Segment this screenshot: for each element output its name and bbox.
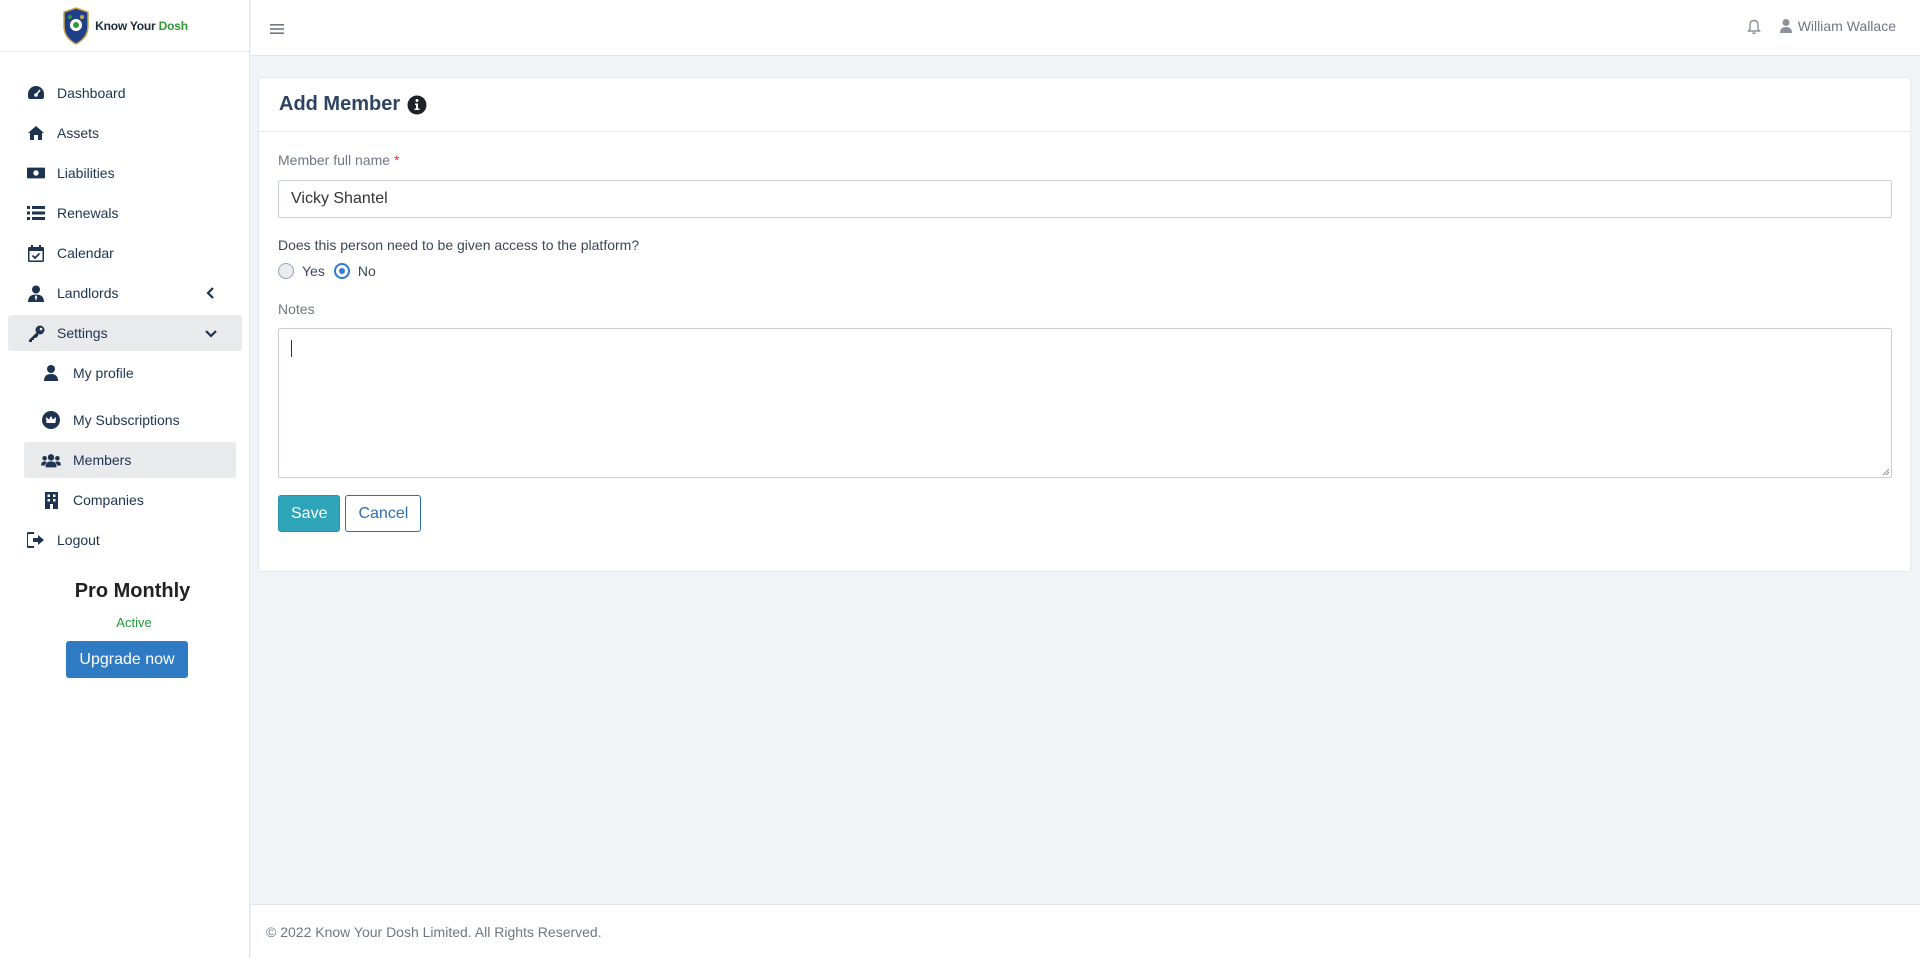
access-question: Does this person need to be given access… (278, 237, 640, 253)
radio-no-label[interactable]: No (358, 263, 376, 279)
radio-no[interactable] (333, 263, 350, 279)
sidebar-subitem-label: My profile (73, 365, 134, 381)
sidebar-item-label: Assets (57, 125, 100, 141)
chevron-left-icon (206, 287, 214, 299)
sidebar-subitem-my-subscriptions[interactable]: My Subscriptions (24, 402, 236, 438)
brand-name-prefix: Know Your (95, 18, 156, 33)
radio-yes[interactable] (278, 263, 294, 279)
member-name-label-text: Member full name (278, 152, 391, 168)
footer: © 2022 Know Your Dosh Limited. All Right… (251, 904, 1920, 958)
sidebar-subitem-my-profile[interactable]: My profile (24, 355, 236, 391)
shield-logo-icon (63, 6, 89, 45)
sidebar-item-label: Dashboard (57, 85, 126, 101)
user-icon (41, 364, 61, 382)
brand-logo[interactable]: Know Your Dosh (0, 0, 249, 52)
radio-yes-label[interactable]: Yes (302, 263, 325, 279)
sidebar-item-label: Settings (57, 325, 108, 341)
text-cursor (291, 340, 292, 357)
hamburger-menu-icon[interactable] (270, 23, 284, 35)
required-mark: * (393, 152, 400, 168)
brand-name: Know Your Dosh (95, 19, 188, 33)
sidebar-subitem-label: Companies (73, 492, 144, 508)
sidebar-item-calendar[interactable]: Calendar (8, 235, 242, 271)
form-actions: Save Cancel (278, 495, 1891, 532)
access-radio-group: Yes No (278, 263, 1891, 279)
sidebar-subitem-members[interactable]: Members (24, 442, 236, 478)
notes-textarea[interactable] (278, 328, 1892, 478)
upgrade-now-button[interactable]: Upgrade now (66, 641, 188, 678)
topbar: William Wallace (251, 0, 1920, 56)
member-name-input[interactable] (278, 180, 1892, 218)
add-member-card: Add Member Member full name * Does this … (258, 77, 1911, 572)
crown-icon (41, 411, 61, 429)
card-header: Add Member (259, 78, 1910, 132)
copyright-text: © 2022 Know Your Dosh Limited. All Right… (266, 923, 602, 940)
cancel-button[interactable]: Cancel (345, 495, 422, 532)
sidebar-item-label: Calendar (57, 245, 114, 261)
resize-handle-icon[interactable] (1882, 468, 1890, 476)
dashboard-gauge-icon (27, 84, 45, 102)
sign-out-icon (27, 531, 45, 549)
sidebar-item-label: Logout (57, 532, 100, 548)
sidebar-item-dashboard[interactable]: Dashboard (8, 75, 242, 111)
sidebar-subitem-companies[interactable]: Companies (24, 482, 236, 518)
plan-name: Pro Monthly (74, 580, 191, 602)
chevron-down-icon (205, 330, 217, 338)
sidebar-nav: Dashboard Assets Liabilities Renewals Ca… (0, 75, 250, 562)
plan-status: Active (116, 615, 152, 630)
member-name-label: Member full name * (278, 152, 399, 168)
brand-name-accent: Dosh (158, 18, 188, 33)
plan-panel: Pro Monthly Active Upgrade now (0, 580, 250, 678)
sidebar-item-label: Liabilities (57, 165, 115, 181)
save-button[interactable]: Save (278, 495, 341, 532)
sidebar: Know Your Dosh Dashboard Assets Liabilit… (0, 0, 250, 958)
notes-label: Notes (278, 301, 315, 317)
home-icon (27, 124, 45, 142)
sidebar-item-assets[interactable]: Assets (8, 115, 242, 151)
user-name: William Wallace (1797, 18, 1896, 34)
sidebar-item-logout[interactable]: Logout (8, 522, 242, 558)
key-icon (27, 324, 45, 342)
info-icon[interactable] (407, 95, 427, 115)
sidebar-item-label: Landlords (57, 285, 119, 301)
calendar-check-icon (27, 244, 45, 262)
sidebar-item-landlords[interactable]: Landlords (8, 275, 242, 311)
sidebar-item-renewals[interactable]: Renewals (8, 195, 242, 231)
sidebar-item-liabilities[interactable]: Liabilities (8, 155, 242, 191)
sidebar-subitem-label: Members (73, 452, 132, 468)
user-tie-icon (27, 284, 45, 302)
money-bill-icon (27, 164, 45, 182)
user-icon (1779, 19, 1792, 33)
users-icon (41, 451, 61, 469)
card-body: Member full name * Does this person need… (259, 132, 1910, 552)
building-icon (41, 491, 61, 509)
bell-icon[interactable] (1747, 19, 1761, 35)
user-menu[interactable]: William Wallace (1779, 18, 1896, 34)
sidebar-subitem-label: My Subscriptions (73, 412, 180, 428)
sidebar-item-settings[interactable]: Settings (8, 315, 242, 351)
page-title: Add Member (279, 93, 401, 115)
list-icon (27, 204, 45, 222)
sidebar-item-label: Renewals (57, 205, 119, 221)
